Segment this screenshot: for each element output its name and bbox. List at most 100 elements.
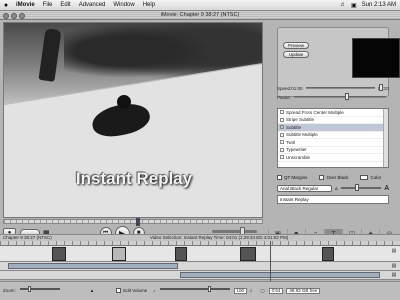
close-window-icon[interactable] bbox=[3, 12, 9, 19]
edit-volume-label: Edit Volume bbox=[123, 288, 148, 293]
snow-slope bbox=[4, 59, 262, 217]
zoom-slider[interactable] bbox=[19, 286, 60, 292]
video-clip[interactable] bbox=[322, 247, 334, 261]
volume-slider[interactable] bbox=[212, 227, 257, 236]
window-controls bbox=[3, 12, 25, 19]
font-size-large-label: A bbox=[384, 184, 389, 192]
expand-arrow-icon[interactable] bbox=[280, 132, 284, 137]
titles-list-item-label: Twirl bbox=[286, 139, 296, 145]
zoom-label: Zoom: bbox=[3, 288, 16, 293]
video-clip[interactable] bbox=[175, 247, 187, 261]
color-label: Color bbox=[370, 174, 382, 180]
video-track[interactable] bbox=[0, 246, 400, 262]
window-title: iMovie: Chapter 9 38:27 (NTSC) bbox=[160, 12, 240, 18]
font-size-slider[interactable] bbox=[340, 184, 382, 191]
title-bar: iMovie: Chapter 9 38:27 (NTSC) bbox=[0, 11, 400, 20]
expand-arrow-icon[interactable] bbox=[280, 147, 284, 152]
expand-arrow-icon[interactable] bbox=[280, 125, 284, 130]
pause-slider[interactable] bbox=[294, 93, 386, 100]
qt-margins-label: QT Margins bbox=[284, 174, 308, 180]
titles-list-item-label: Subtitle bbox=[286, 124, 302, 130]
expand-arrow-icon[interactable] bbox=[280, 140, 284, 145]
audio-track-1-mute-icon[interactable]: ▤ bbox=[390, 263, 398, 269]
title-overlay: Instant Replay bbox=[75, 169, 193, 188]
speaker-high-icon: ♫ bbox=[249, 288, 253, 293]
edit-volume-checkbox[interactable] bbox=[116, 288, 122, 293]
title-text-field[interactable]: Instant Replay bbox=[277, 195, 389, 204]
menu-advanced[interactable]: Advanced bbox=[75, 2, 110, 8]
edit-volume-knob[interactable] bbox=[207, 286, 211, 292]
zoom-window-icon[interactable] bbox=[19, 12, 25, 19]
expand-arrow-icon[interactable] bbox=[280, 117, 284, 122]
speed-start: 01:00 bbox=[291, 85, 303, 91]
font-select[interactable]: Arial Black Regular bbox=[277, 184, 332, 192]
titles-panel: Preview Update Speed: 01:00 04:20 Pause:… bbox=[268, 22, 400, 228]
timeline-playhead[interactable] bbox=[270, 241, 271, 281]
audio-clip[interactable] bbox=[180, 272, 380, 278]
size-field: 0:64 bbox=[268, 288, 284, 294]
trash-icon[interactable]: ▢ bbox=[260, 288, 264, 294]
video-clip[interactable] bbox=[52, 247, 66, 261]
font-size-knob[interactable] bbox=[354, 184, 359, 191]
volume-status-icon[interactable]: ♬ bbox=[340, 2, 346, 8]
menu-edit[interactable]: Edit bbox=[56, 2, 74, 8]
color-swatch[interactable] bbox=[360, 174, 369, 180]
preview-button[interactable]: Preview bbox=[283, 42, 309, 49]
expand-arrow-icon[interactable] bbox=[280, 155, 284, 160]
free-space-field: 38.93 GB free bbox=[286, 288, 321, 294]
video-clip[interactable] bbox=[112, 247, 126, 261]
pause-knob[interactable] bbox=[345, 93, 350, 100]
titles-list-scrollbar[interactable] bbox=[383, 109, 388, 167]
update-button[interactable]: Update bbox=[283, 51, 309, 58]
title-preview-screen bbox=[352, 38, 400, 78]
menu-clock[interactable]: Sun 2:13 AM bbox=[362, 2, 396, 8]
audio-clip[interactable] bbox=[8, 263, 178, 269]
over-black-checkbox[interactable] bbox=[319, 174, 325, 180]
font-row: Arial Black Regular A A bbox=[277, 184, 389, 192]
imovie-window: iMovie: Chapter 9 38:27 (NTSC) Instant R… bbox=[0, 11, 400, 300]
speed-knob[interactable] bbox=[378, 84, 383, 91]
pause-row: Pause: bbox=[277, 93, 389, 101]
menu-imovie[interactable]: iMovie bbox=[12, 2, 39, 8]
sled-rider-head bbox=[117, 95, 131, 109]
audio-track-2-mute-icon[interactable]: ▤ bbox=[390, 272, 398, 278]
zoom-knob[interactable] bbox=[27, 286, 31, 292]
video-clip[interactable] bbox=[240, 247, 256, 261]
font-size-small-label: A bbox=[335, 185, 338, 191]
menu-window[interactable]: Window bbox=[109, 2, 138, 8]
titles-list-items: Spread From Center Multiple Stripe Subtit… bbox=[278, 109, 388, 162]
speed-row: Speed: 01:00 04:20 bbox=[277, 84, 389, 92]
volume-value-field[interactable]: 100 bbox=[233, 288, 248, 294]
minimize-window-icon[interactable] bbox=[11, 12, 17, 19]
expand-arrow-icon[interactable] bbox=[280, 110, 284, 115]
title-options-row: QT Margins Over Black Color bbox=[277, 173, 389, 181]
scrubber-bar[interactable] bbox=[3, 218, 263, 226]
standing-person bbox=[38, 28, 62, 82]
timeline-bottom-bar: Zoom: ▲ Edit Volume ♪ 100 ♫ ▢ 0:64 38.93… bbox=[0, 281, 400, 300]
menu-help[interactable]: Help bbox=[139, 2, 159, 8]
titles-list-item-label: Subtitle Multiple bbox=[286, 132, 318, 137]
titles-list-item-label: Unscramble bbox=[286, 154, 311, 160]
menu-bar: ● iMovie File Edit Advanced Window Help … bbox=[0, 0, 400, 11]
video-track-mute-icon[interactable]: ▤ bbox=[390, 248, 398, 254]
pause-label: Pause: bbox=[277, 94, 292, 100]
titles-list-item[interactable]: Unscramble bbox=[278, 154, 388, 162]
menu-file[interactable]: File bbox=[39, 2, 57, 8]
audio-track-1[interactable] bbox=[0, 262, 400, 271]
speed-label: Speed: bbox=[277, 85, 292, 91]
qt-margins-checkbox[interactable] bbox=[277, 174, 282, 180]
apple-menu-icon[interactable]: ● bbox=[0, 2, 12, 9]
speed-slider[interactable] bbox=[305, 84, 383, 91]
audio-track-2[interactable] bbox=[0, 271, 400, 280]
display-status-icon[interactable]: ▣ bbox=[351, 2, 357, 9]
menu-extras: ♬ ▣ Sun 2:13 AM bbox=[340, 2, 400, 9]
titles-list-item-label: Spread From Center Multiple bbox=[286, 109, 344, 115]
titles-list[interactable]: Spread From Center Multiple Stripe Subtit… bbox=[277, 108, 389, 168]
timeline-info-bar: Chapter 9 38:27 (NTSC) Video Selection: … bbox=[0, 234, 400, 241]
monitor-viewer[interactable]: Instant Replay bbox=[3, 22, 263, 218]
titles-list-item-label: Typewriter bbox=[286, 147, 307, 152]
bookmark-icon[interactable]: ▲ bbox=[90, 288, 94, 293]
edit-volume-slider[interactable] bbox=[159, 286, 230, 292]
titles-list-item-label: Stripe Subtitle bbox=[286, 117, 315, 122]
scrubber-ticks bbox=[4, 220, 262, 223]
